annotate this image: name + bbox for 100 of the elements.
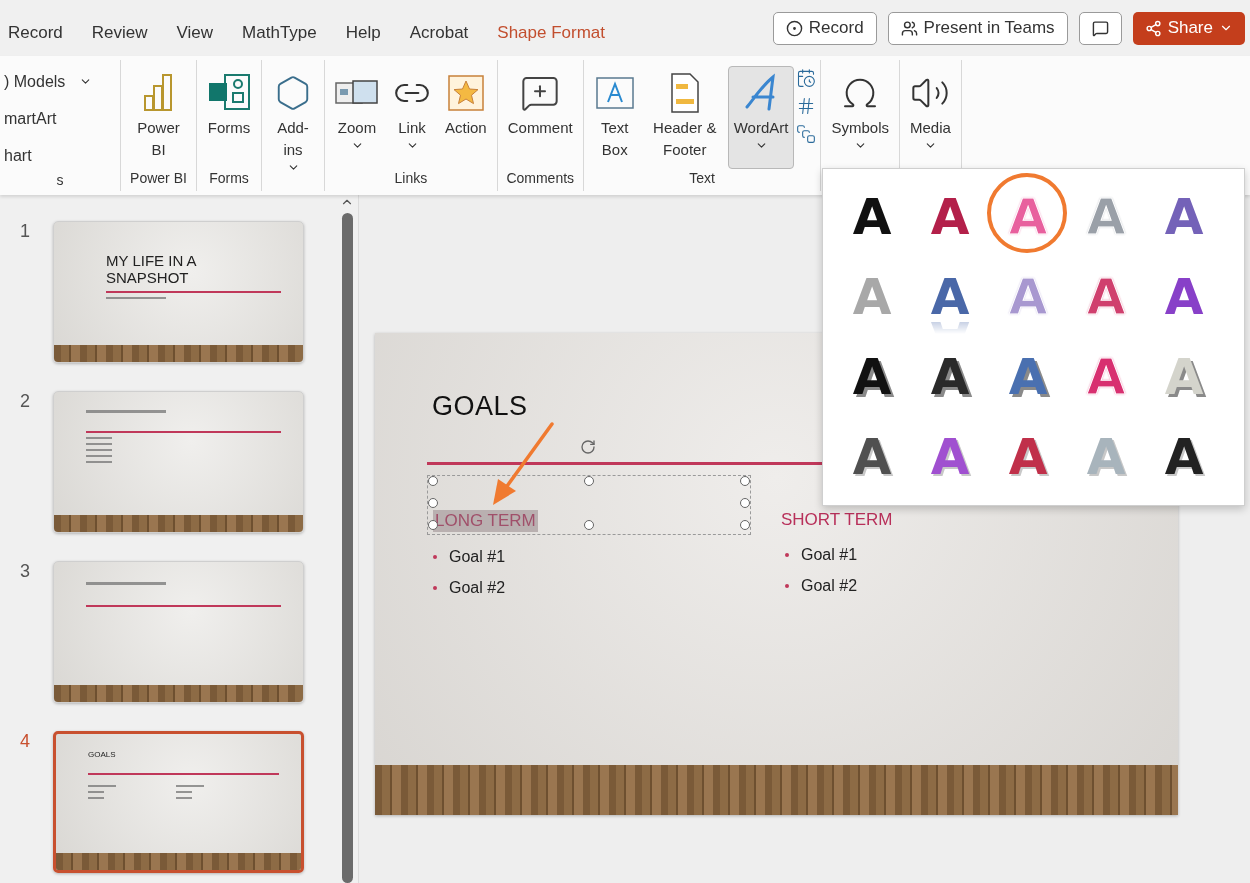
blurred-text bbox=[88, 797, 104, 800]
bullet-dot bbox=[433, 586, 437, 590]
wordart-preview: A bbox=[1164, 352, 1204, 402]
wordart-style[interactable]: A bbox=[911, 337, 989, 417]
share-button[interactable]: Share bbox=[1132, 11, 1245, 45]
slide-number: 3 bbox=[20, 561, 31, 583]
wordart-preview: A bbox=[930, 432, 970, 482]
resize-handle[interactable] bbox=[740, 498, 750, 508]
bullet-text: Goal #1 bbox=[801, 546, 858, 564]
ribbon-button[interactable]: Action bbox=[439, 66, 493, 169]
blurred-text bbox=[88, 791, 104, 794]
blurred-text bbox=[176, 797, 192, 800]
ribbon-button[interactable]: Link bbox=[387, 66, 437, 169]
menu-tab[interactable]: Acrobat bbox=[409, 23, 483, 43]
menu-tab[interactable]: Record bbox=[8, 23, 77, 43]
blurred-text bbox=[106, 296, 166, 299]
slide-thumbnail[interactable] bbox=[53, 391, 304, 533]
wordart-style[interactable]: A bbox=[1067, 337, 1145, 417]
menu-tab[interactable]: Help bbox=[345, 23, 395, 43]
group-label: s bbox=[55, 171, 65, 190]
wordart-preview: A bbox=[852, 192, 892, 242]
resize-handle[interactable] bbox=[428, 476, 438, 486]
wordart-style[interactable]: A bbox=[1145, 177, 1223, 257]
wordart-style[interactable]: A bbox=[1145, 257, 1223, 337]
ribbon-button[interactable]: Media bbox=[904, 66, 957, 169]
wordart-preview: A bbox=[1164, 192, 1204, 242]
wordart-style[interactable]: A bbox=[833, 337, 911, 417]
slide-title: GOALS bbox=[431, 391, 529, 422]
ribbon-button[interactable]: WordArt bbox=[727, 66, 795, 169]
wordart-style[interactable]: A bbox=[989, 337, 1067, 417]
wordart-preview: A bbox=[1086, 432, 1126, 482]
ribbon-button[interactable]: Symbols bbox=[825, 66, 895, 169]
bullet-dot bbox=[785, 584, 789, 588]
bullet-dot bbox=[785, 553, 789, 557]
object-icon[interactable] bbox=[796, 124, 817, 144]
menu-tab[interactable]: MathType bbox=[242, 23, 331, 43]
group-label: Power BI bbox=[129, 169, 188, 188]
slide-number: 2 bbox=[20, 391, 31, 413]
bullet-text: Goal #2 bbox=[449, 579, 506, 597]
wordart-preview: A bbox=[1164, 432, 1204, 482]
slide-thumbnail[interactable] bbox=[53, 561, 304, 703]
ribbon-button[interactable]: Add-ins bbox=[266, 66, 320, 179]
resize-handle[interactable] bbox=[740, 476, 750, 486]
ribbon-button[interactable]: Forms bbox=[201, 66, 257, 169]
wordart-preview: A bbox=[930, 272, 970, 322]
wordart-preview: A bbox=[1008, 352, 1048, 402]
present-button[interactable]: Present in Teams bbox=[887, 11, 1068, 45]
ribbon-menu-item[interactable]: hart bbox=[4, 140, 116, 171]
page-icon bbox=[668, 72, 701, 114]
slide-thumbnail[interactable]: MY LIFE IN A SNAPSHOT bbox=[53, 221, 304, 363]
group-label: Forms bbox=[208, 169, 250, 188]
ribbon-button[interactable]: Text Box bbox=[587, 66, 642, 169]
bullet-text: Goal #1 bbox=[449, 548, 506, 566]
slide-thumbnail[interactable]: GOALS bbox=[53, 731, 304, 873]
column-heading: LONG TERM bbox=[433, 510, 538, 532]
wordart-preview: A bbox=[930, 352, 970, 402]
resize-handle[interactable] bbox=[740, 520, 750, 530]
menu-tab[interactable]: View bbox=[176, 23, 228, 43]
ribbon-button[interactable]: Power BI bbox=[125, 66, 192, 169]
slide-title: MY LIFE IN A SNAPSHOT bbox=[106, 252, 198, 287]
resize-handle[interactable] bbox=[428, 498, 438, 508]
blurred-text bbox=[88, 785, 116, 788]
rotate-handle-icon[interactable] bbox=[580, 439, 596, 455]
slide-title: GOALS bbox=[88, 750, 117, 760]
ribbon-button[interactable]: Comment bbox=[501, 66, 579, 169]
wordart-preview: A bbox=[1086, 352, 1126, 402]
blurred-text bbox=[176, 785, 204, 788]
record-icon bbox=[785, 19, 803, 37]
wordart-preview: A bbox=[852, 352, 892, 402]
people-icon bbox=[900, 19, 918, 37]
scrollbar-thumb[interactable] bbox=[341, 213, 353, 883]
wordart-style[interactable]: A bbox=[833, 417, 911, 497]
column-heading: SHORT TERM bbox=[780, 509, 894, 531]
wordart-style[interactable]: A bbox=[911, 177, 989, 257]
calendar-icon[interactable] bbox=[796, 68, 817, 88]
wordart-style[interactable]: A bbox=[1067, 257, 1145, 337]
menu-tab[interactable]: Shape Format bbox=[497, 23, 620, 43]
group-label: Links bbox=[393, 169, 429, 188]
menu-tab[interactable]: Review bbox=[91, 23, 162, 43]
wordart-preview: A bbox=[852, 272, 892, 322]
wordart-style[interactable]: A bbox=[1145, 417, 1223, 497]
slide-number: 1 bbox=[20, 221, 31, 243]
ribbon-button[interactable]: Zoom bbox=[329, 66, 385, 169]
wordart-style[interactable]: A bbox=[911, 257, 989, 337]
ribbon-menu-item[interactable]: martArt bbox=[4, 103, 116, 134]
comments-button[interactable] bbox=[1078, 11, 1122, 45]
blurred-text bbox=[176, 791, 192, 794]
record-button[interactable]: Record bbox=[772, 11, 877, 45]
resize-handle[interactable] bbox=[584, 520, 594, 530]
wordart-style[interactable]: A bbox=[833, 177, 911, 257]
comment-icon bbox=[1091, 19, 1109, 37]
wordart-style[interactable]: A bbox=[989, 417, 1067, 497]
ribbon-menu-item[interactable]: ) Models bbox=[4, 66, 116, 97]
ribbon-button[interactable]: Header & Footer bbox=[643, 66, 726, 169]
wordart-preview: A bbox=[852, 432, 892, 482]
resize-handle[interactable] bbox=[584, 476, 594, 486]
wordart-preview: A bbox=[1008, 272, 1048, 322]
wordart-style[interactable]: A bbox=[911, 417, 989, 497]
wordart-preview: A bbox=[1086, 272, 1126, 322]
text-box-icon bbox=[593, 75, 636, 111]
